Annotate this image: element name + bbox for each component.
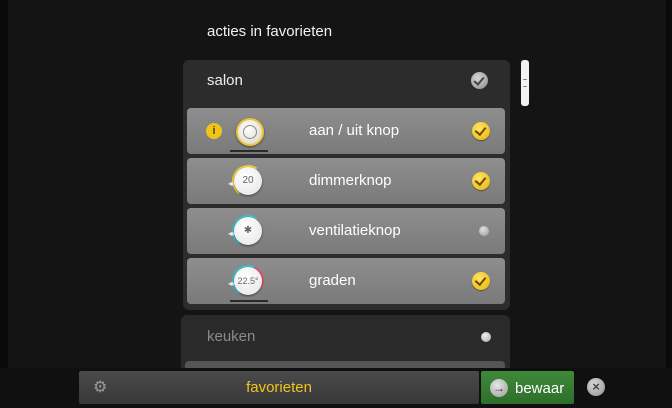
room-panel-salon: salon i aan / uit knop ◂▸ 20 dimmerknop …	[183, 60, 510, 310]
knob-inner-icon	[243, 125, 257, 139]
favorites-label: favorieten	[246, 379, 312, 396]
knob-icon	[236, 118, 264, 146]
check-circle-icon[interactable]	[472, 122, 490, 140]
favorites-bar[interactable]: ⚙ favorieten	[79, 371, 479, 404]
list-item-dimmerknop[interactable]: ◂▸ 20 dimmerknop	[187, 158, 505, 204]
save-button[interactable]: → bewaar	[481, 371, 574, 404]
save-label: bewaar	[515, 380, 565, 397]
info-icon[interactable]: i	[206, 123, 222, 139]
left-edge	[0, 0, 8, 368]
right-edge	[666, 0, 672, 368]
knob-icon: 20	[234, 167, 262, 195]
page-title: acties in favorieten	[207, 23, 333, 40]
knob-underline	[230, 300, 268, 302]
check-circle-icon[interactable]	[472, 172, 490, 190]
list-item-label: dimmerknop	[309, 172, 392, 189]
unselected-dot-icon[interactable]	[481, 332, 491, 342]
room-title: salon	[207, 72, 243, 89]
list-item-ventilatieknop[interactable]: ◂▸ ✱ ventilatieknop	[187, 208, 505, 254]
room-header-salon[interactable]: salon	[183, 60, 510, 100]
unselected-dot-icon[interactable]	[479, 226, 489, 236]
room-panel-keuken[interactable]: keuken	[181, 315, 510, 375]
list-item-label: ventilatieknop	[309, 222, 401, 239]
arrow-right-icon: →	[490, 379, 508, 397]
room-title: keuken	[207, 328, 256, 345]
knob-underline	[230, 150, 268, 152]
list-item-graden[interactable]: ◂▸ 22.5° graden	[187, 258, 505, 304]
fan-icon: ✱	[234, 217, 262, 245]
list-item-aan-uit-knop[interactable]: i aan / uit knop	[187, 108, 505, 154]
check-circle-icon[interactable]	[471, 72, 488, 89]
close-icon[interactable]: ×	[587, 378, 605, 396]
scrollbar-thumb[interactable]	[521, 60, 529, 106]
check-circle-icon[interactable]	[472, 272, 490, 290]
list-item-label: aan / uit knop	[309, 122, 400, 139]
list-item-label: graden	[309, 272, 356, 289]
thermostat-icon: 22.5°	[234, 267, 262, 295]
